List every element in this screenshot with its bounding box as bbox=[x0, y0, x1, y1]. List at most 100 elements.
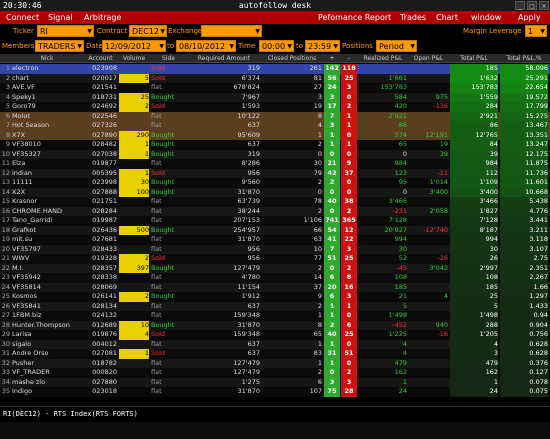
members-select[interactable]: TRADERS ▼ bbox=[35, 40, 84, 52]
table-row[interactable]: 21 WWV 019328 2 Sold 956 77 51 25 52 -26 26 2.75 bbox=[0, 254, 550, 264]
ticker-select[interactable]: RI ▼ bbox=[37, 25, 94, 37]
cell-total-pnl: 2'921 bbox=[450, 111, 498, 121]
cell-closed-positions: 1'106 bbox=[303, 216, 322, 224]
cell-side: Bought bbox=[151, 320, 175, 329]
table-row[interactable]: 27 1FBM.biz 024132 flat 159'348 1 1 0 1'498 1'498… bbox=[0, 311, 550, 321]
table-row[interactable]: 7 Hot Season 027326 flat 637 4 3 1 86 86 13.467 bbox=[0, 121, 550, 131]
table-row[interactable]: 13 11111 023998 30 Bought 9'560 2 2 0 95 1'014 1'10… bbox=[0, 178, 550, 188]
column-header-volume[interactable]: Volume bbox=[119, 55, 149, 62]
cell-account: 005395 bbox=[92, 168, 117, 177]
table-row[interactable]: 17 Tano_Garridi 019987 flat 207'153 1'106 741 3… bbox=[0, 216, 550, 226]
cell-minus: 3 bbox=[341, 292, 357, 302]
menu-arbitrage[interactable]: Arbitrage bbox=[84, 13, 121, 22]
table-row[interactable]: 29 Larisa 019876 4 Sold 159'348 65 40 25 1'225 -16… bbox=[0, 330, 550, 340]
date-to-field[interactable]: 08/10/2012 ▼ bbox=[176, 40, 236, 52]
maximize-icon[interactable]: □ bbox=[527, 1, 537, 10]
cell-account: 027326 bbox=[92, 121, 117, 129]
table-row[interactable]: 35 Indigo 023018 flat 31'870 107 75 28 24 24 0.075 bbox=[0, 387, 550, 397]
table-row[interactable]: 22 M.I. 028357 397 Bought 127'479 2 0 2 -45 3'042 2… bbox=[0, 263, 550, 273]
cell-realized-pnl: 584 bbox=[394, 92, 407, 101]
table-row[interactable]: 6 Molot 022546 flat 10'122 8 7 1 2'921 2'921 15.27… bbox=[0, 111, 550, 121]
table-row[interactable]: 30 sigalo 004012 flat 637 1 1 0 4 4 0.628 bbox=[0, 339, 550, 349]
column-header-minus[interactable]: - bbox=[341, 55, 357, 62]
positions-select[interactable]: Period ▼ bbox=[376, 40, 417, 52]
table-row[interactable]: 19 mit.su 027681 flat 31'870 63 41 22 994 994 3.11… bbox=[0, 235, 550, 245]
menu-signal[interactable]: Signal bbox=[48, 13, 73, 22]
time-from-field[interactable]: 00:00 ▼ bbox=[259, 40, 294, 52]
cell-realized-pnl: 21 bbox=[398, 292, 407, 300]
cell-side: flat bbox=[151, 273, 162, 281]
column-header-open-pnl[interactable]: Open P&L bbox=[409, 55, 448, 62]
menu-chart[interactable]: Chart bbox=[436, 13, 458, 22]
chevron-down-icon: ▼ bbox=[255, 28, 260, 35]
table-row[interactable]: 9 VF38010 028482 1 Bought 637 2 1 1 65 19 84 13.247 bbox=[0, 140, 550, 150]
table-row[interactable]: 18 Grafkot 026436 500 Bought 254'957 66 54 12 20'… bbox=[0, 225, 550, 235]
table-row[interactable]: 11 Elza 019877 flat 8'286 30 21 9 984 984 11.875 bbox=[0, 159, 550, 169]
table-row[interactable]: 15 Krasnor 021751 flat 63'739 78 40 38 3'466 3'46… bbox=[0, 197, 550, 207]
cell-total-pnl: 84 bbox=[450, 140, 498, 150]
menu-performance-report[interactable]: Pefomance Report bbox=[318, 13, 391, 22]
table-row[interactable]: 23 VF35942 028338 flat 4'780 14 6 8 108 108 2.267 bbox=[0, 273, 550, 283]
table-row[interactable]: 25 Kosmos 026141 2 Bought 1'912 9 6 3 21 4 25 1.297 bbox=[0, 292, 550, 302]
exchange-select[interactable]: ▼ bbox=[201, 25, 262, 37]
cell-side: flat bbox=[151, 216, 162, 224]
time-to-field[interactable]: 23:59 ▼ bbox=[305, 40, 340, 52]
column-header-account[interactable]: Account bbox=[84, 55, 117, 62]
menu-connect[interactable]: Connect bbox=[6, 13, 39, 22]
table-row[interactable]: 31 Andre Orso 027081 1 Sold 637 83 31 51 4 3 0.628 bbox=[0, 349, 550, 359]
table-row[interactable]: 33 VF_TRADER 000820 flat 127'479 2 0 2 162 162 0.1… bbox=[0, 368, 550, 378]
contract-select[interactable]: DEC12 ▼ bbox=[129, 25, 167, 37]
table-row[interactable]: 20 VF35797 028433 flat 956 10 7 3 30 30 3.107 bbox=[0, 244, 550, 255]
cell-plus: 142 bbox=[324, 64, 340, 74]
column-header-plus[interactable]: + bbox=[324, 55, 340, 62]
column-header-side[interactable]: Side bbox=[151, 55, 186, 62]
cell-closed-positions: 27 bbox=[313, 83, 322, 91]
chevron-down-icon: ▼ bbox=[410, 43, 415, 50]
cell-nick: Molot bbox=[12, 111, 30, 120]
table-row[interactable]: 8 X7X 027890 290 Bought 95'609 1 1 0 574 12'191 12'… bbox=[0, 130, 550, 140]
table-row[interactable]: 4 Speky1 018731 25 Bought 7'967 3 3 0 584 975 1'559… bbox=[0, 92, 550, 102]
table-row[interactable]: 1 electron 023908 Sold 319 261 142 118 185 58.096 bbox=[0, 64, 550, 74]
table-row[interactable]: 2 chart 020017 5 Sold 6'374 81 56 25 1'661 1'632 25… bbox=[0, 73, 550, 84]
table-row[interactable]: 28 Hunter.Thompson 012689 10 Bought 31'870 8 2 6… bbox=[0, 320, 550, 330]
cell-account: 019876 bbox=[92, 330, 117, 338]
menu-apply[interactable]: Apply bbox=[518, 13, 541, 22]
table-row[interactable]: 26 VF35841 028134 flat 637 2 1 1 5 5 1.433 bbox=[0, 301, 550, 311]
cell-open-pnl: -16 bbox=[437, 330, 448, 338]
table-row[interactable]: 16 CHROME HAND 028284 flat 38'244 2 0 2 -231 2'05… bbox=[0, 206, 550, 216]
table-row[interactable]: 12 indian 005395 1 Sold 956 79 42 37 123 -11 112 11.… bbox=[0, 168, 550, 178]
table-row[interactable]: 14 X2X 027888 100 Bought 31'870 0 0 0 0 3'400 3'400… bbox=[0, 187, 550, 197]
column-header-realized-pnl[interactable]: Realized P&L bbox=[359, 55, 407, 62]
ticker-label: Ticker bbox=[13, 27, 34, 35]
column-header-nick[interactable]: Nick bbox=[12, 55, 82, 62]
minimize-icon[interactable]: _ bbox=[515, 1, 525, 10]
close-icon[interactable]: × bbox=[539, 1, 549, 10]
positions-label: Positions bbox=[342, 42, 373, 50]
cell-nick: Andre Orso bbox=[12, 349, 49, 357]
column-header-closed-positions[interactable]: Closed Positions bbox=[262, 55, 322, 62]
table-row[interactable]: 32 Pusher 018782 flat 127'479 1 1 0 479 479 0.376 bbox=[0, 358, 550, 368]
cell-plus: 1 bbox=[324, 311, 340, 321]
cell-realized-pnl: 5 bbox=[402, 301, 407, 310]
table-row[interactable]: 24 VF35814 028069 flat 11'154 37 20 16 185 185 1.6… bbox=[0, 282, 550, 292]
cell-side: flat bbox=[151, 282, 162, 291]
column-header-required-amount[interactable]: Required Amount bbox=[188, 55, 260, 62]
cell-row-number: 25 bbox=[1, 292, 10, 300]
cell-closed-positions: 77 bbox=[313, 254, 322, 262]
cell-open-pnl bbox=[409, 245, 448, 255]
cell-realized-pnl bbox=[359, 64, 407, 74]
table-row[interactable]: 34 mashe zlo 027880 flat 1'275 6 3 3 1 1 0.078 bbox=[0, 377, 550, 387]
margin-leverage-select[interactable]: 1 ▼ bbox=[525, 25, 547, 37]
cell-open-pnl bbox=[409, 368, 448, 378]
table-row[interactable]: 5 Goro79 024692 2 Sold 1'593 19 17 2 420 -136 284 17… bbox=[0, 102, 550, 112]
column-header-total-pnl[interactable]: Total P&L bbox=[450, 55, 498, 62]
table-row[interactable]: 10 VF35327 027038 1 Bought 319 0 0 0 0 39 39 12.175 bbox=[0, 149, 550, 159]
menu-trades[interactable]: Trades bbox=[400, 13, 426, 22]
date-from-field[interactable]: 12/09/2012 ▼ bbox=[102, 40, 166, 52]
table-row[interactable]: 3 AVE.VF 021541 flat 678'824 27 24 3 153'783 153'… bbox=[0, 83, 550, 93]
cell-required-amount: 38'244 bbox=[237, 206, 260, 215]
cell-open-pnl bbox=[409, 74, 448, 84]
cell-nick: Grafkot bbox=[12, 225, 37, 234]
column-header-total-pnl-pct[interactable]: Total P&L,% bbox=[500, 55, 548, 62]
menu-window[interactable]: window bbox=[471, 13, 501, 22]
